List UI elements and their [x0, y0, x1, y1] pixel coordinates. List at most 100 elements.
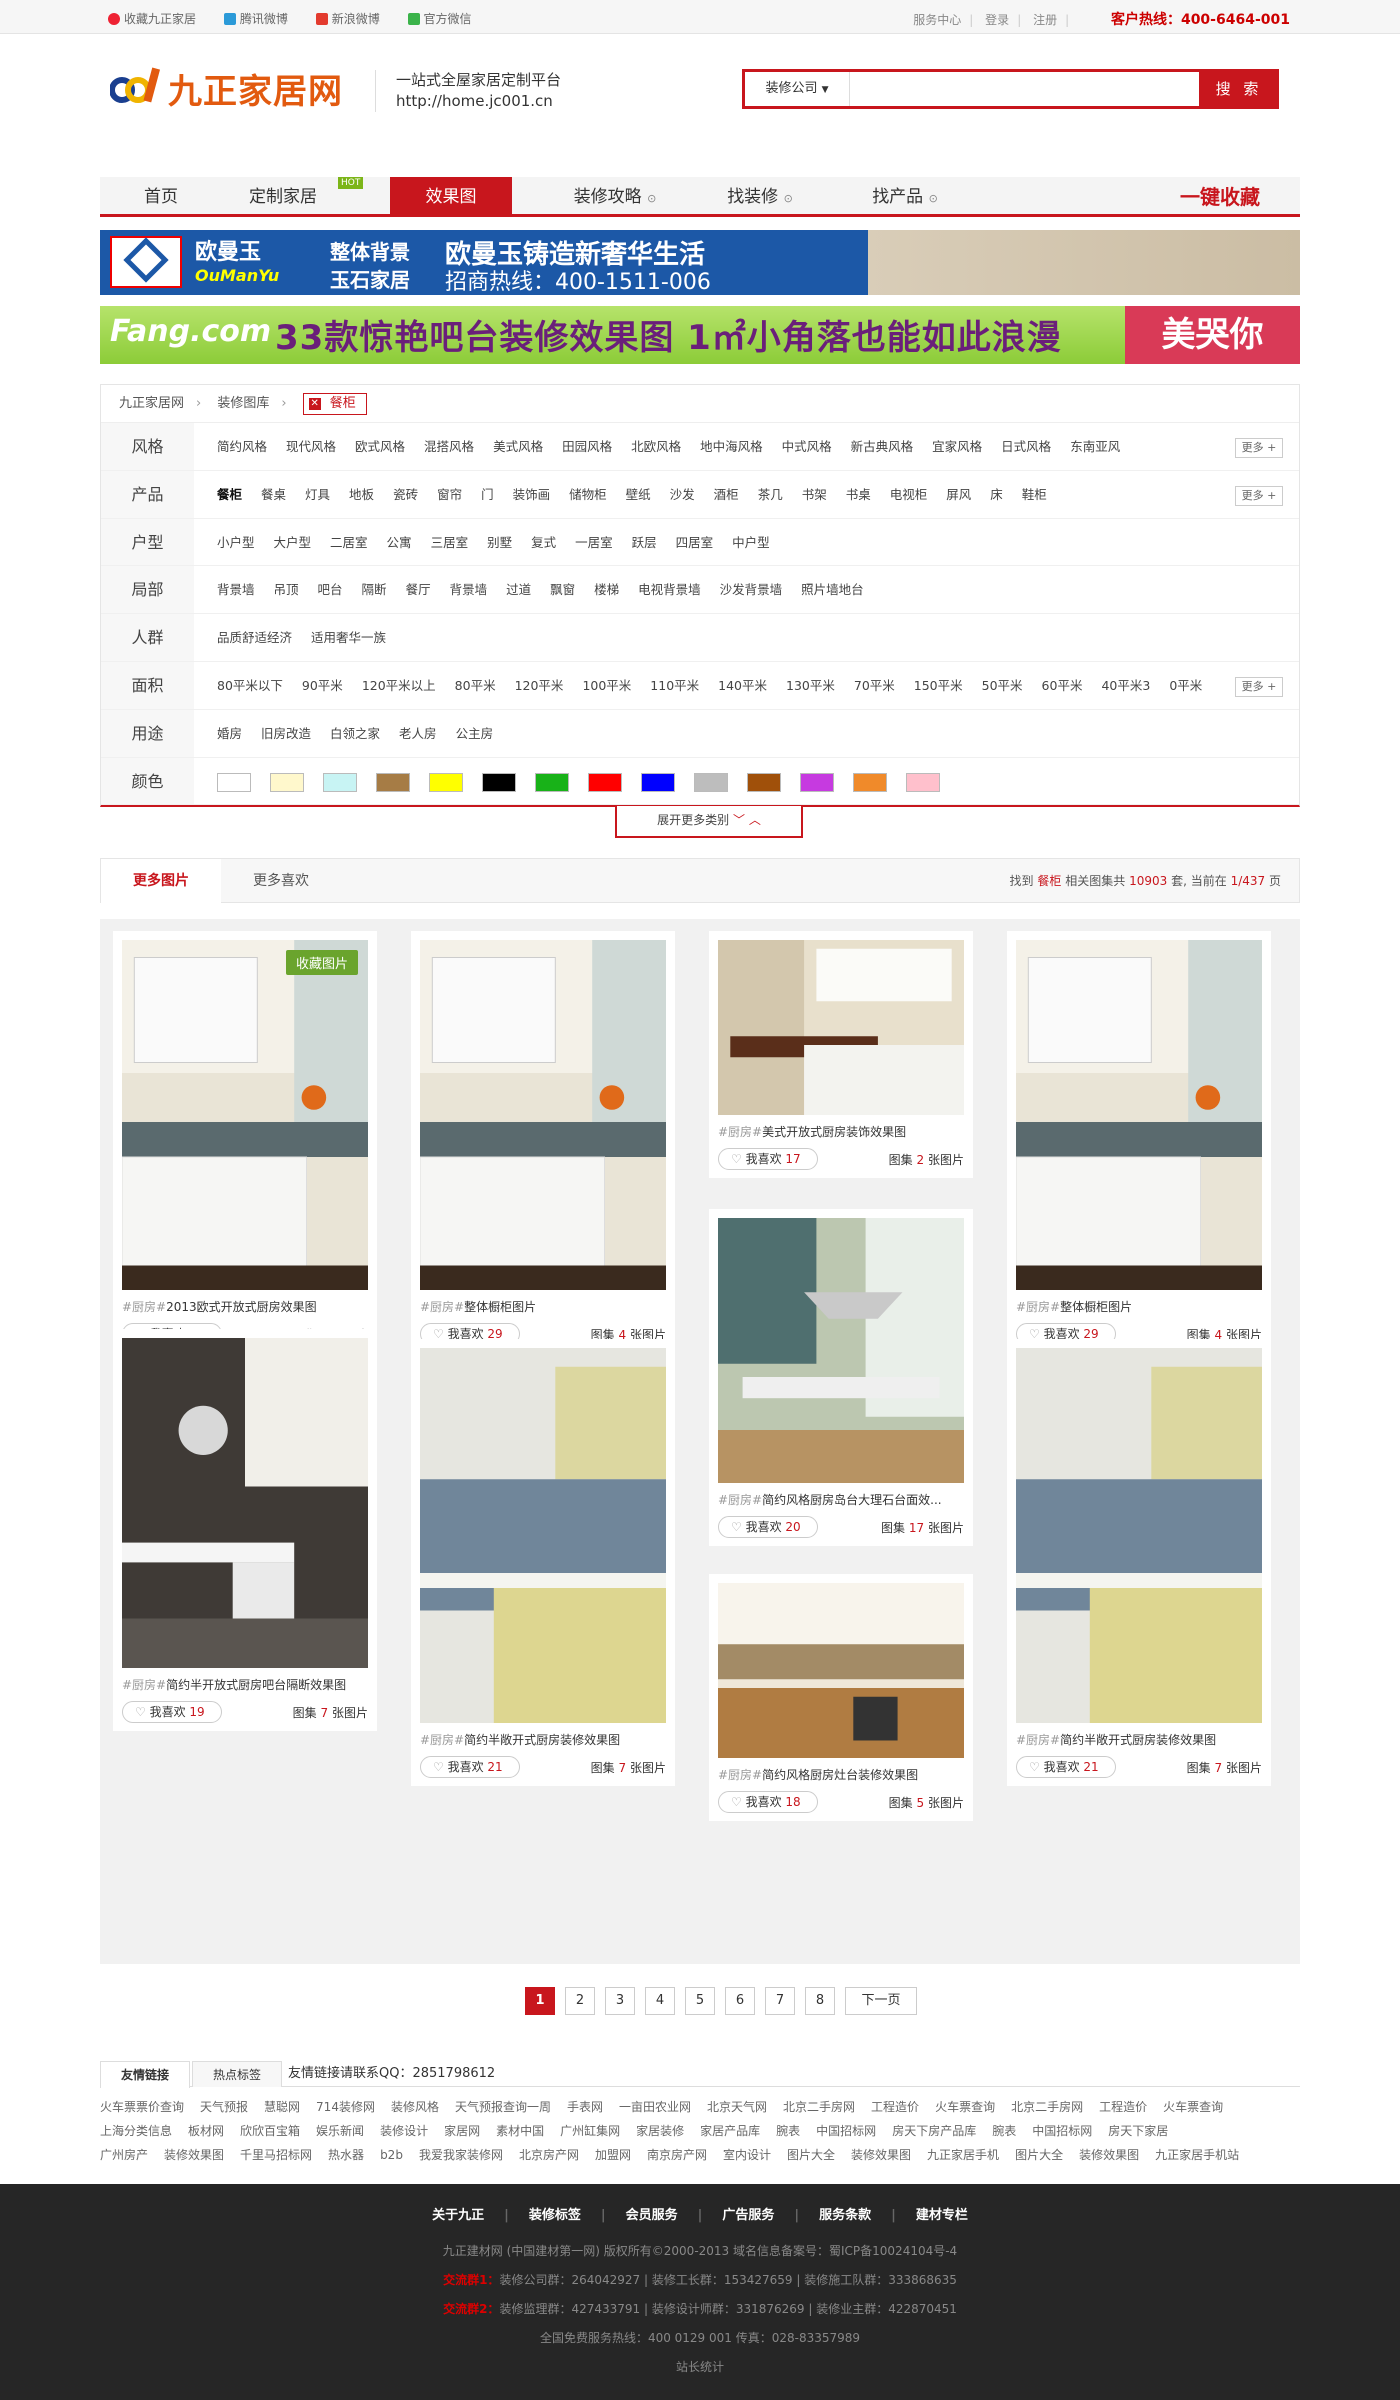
color-swatch[interactable] [535, 772, 569, 792]
card-tag[interactable]: #厨房# [122, 1300, 166, 1314]
filter-option[interactable]: 中式风格 [782, 439, 832, 454]
filter-option[interactable]: 大户型 [274, 535, 312, 550]
filter-option[interactable]: 110平米 [650, 678, 699, 693]
image-card[interactable]: #厨房#简约半开放式厨房吧台隔断效果图 ♡ 我喜欢 19 图集 7 张图片 [113, 1329, 377, 1731]
filter-option[interactable]: 茶几 [758, 487, 783, 502]
filter-option[interactable]: 鞋柜 [1022, 487, 1047, 502]
friend-link[interactable]: 图片大全 [787, 2148, 835, 2162]
friend-link[interactable]: 一亩田农业网 [619, 2100, 691, 2114]
footer-nav-link[interactable]: 服务条款 [819, 2208, 871, 2223]
friend-link[interactable]: 火车票票价查询 [100, 2100, 184, 2114]
card-image[interactable]: 收藏图片 [122, 940, 368, 1290]
topbar-link-collect[interactable]: 收藏九正家居 [108, 12, 196, 26]
image-card[interactable]: #厨房#整体橱柜图片 ♡ 我喜欢 29 图集 4 张图片 [411, 931, 675, 1353]
filter-option[interactable]: 餐柜 [217, 487, 242, 502]
one-click-collect-button[interactable]: 一键收藏 [1180, 177, 1260, 217]
filter-option[interactable]: 欧式风格 [355, 439, 405, 454]
nav-item-custom-home[interactable]: 定制家居 [222, 177, 344, 217]
friend-link[interactable]: 家居网 [444, 2124, 480, 2138]
search-input[interactable] [855, 76, 1185, 102]
close-icon[interactable]: ✕ [308, 398, 321, 410]
logo-icon[interactable] [109, 64, 164, 108]
friend-link[interactable]: 九正家居手机站 [1155, 2148, 1239, 2162]
filter-option[interactable]: 0平米 [1169, 678, 1202, 693]
friend-link[interactable]: 北京房产网 [519, 2148, 579, 2162]
friend-link[interactable]: 娱乐新闻 [316, 2124, 364, 2138]
color-swatch[interactable] [482, 772, 516, 792]
color-swatch[interactable] [853, 772, 887, 792]
filter-option[interactable]: 地板 [349, 487, 374, 502]
image-card[interactable]: #厨房#简约半敞开式厨房装修效果图 ♡ 我喜欢 21 图集 7 张图片 [1007, 1339, 1271, 1786]
card-tag[interactable]: #厨房# [420, 1733, 464, 1747]
color-swatch[interactable] [270, 772, 304, 792]
nav-item-find-decoration[interactable]: 找装修 ⊙ [695, 177, 825, 217]
filter-option[interactable]: 吊顶 [274, 582, 299, 597]
like-button[interactable]: ♡ 我喜欢 19 [122, 1701, 222, 1723]
filter-option[interactable]: 120平米以上 [362, 678, 436, 693]
filter-option[interactable]: 吧台 [318, 582, 343, 597]
friend-link[interactable]: 板材网 [188, 2124, 224, 2138]
friend-link[interactable]: 我爱我家装修网 [419, 2148, 503, 2162]
friend-link[interactable]: 南京房产网 [647, 2148, 707, 2162]
filter-option[interactable]: 田园风格 [562, 439, 612, 454]
filter-option[interactable]: 隔断 [362, 582, 387, 597]
card-tag[interactable]: #厨房# [1016, 1733, 1060, 1747]
filter-option[interactable]: 150平米 [914, 678, 963, 693]
page-link[interactable]: 8 [805, 1987, 835, 2015]
filter-option[interactable]: 二居室 [330, 535, 368, 550]
color-swatch[interactable] [588, 772, 622, 792]
save-image-button[interactable]: 收藏图片 [285, 950, 358, 975]
filter-option[interactable]: 新古典风格 [851, 439, 914, 454]
friend-link[interactable]: 手表网 [567, 2100, 603, 2114]
ad-banner-fang[interactable]: Fang.com 33款惊艳吧台装修效果图 1㎡小角落也能如此浪漫 美哭你 [100, 306, 1300, 364]
friend-link[interactable]: b2b [380, 2148, 403, 2162]
filter-option[interactable]: 日式风格 [1001, 439, 1051, 454]
page-link[interactable]: 7 [765, 1987, 795, 2015]
friend-link[interactable]: 北京天气网 [707, 2100, 767, 2114]
filter-option[interactable]: 门 [481, 487, 494, 502]
friend-link[interactable]: 千里马招标网 [240, 2148, 312, 2162]
tab-more-likes[interactable]: 更多喜欢 [221, 859, 341, 903]
filter-option[interactable]: 140平米 [718, 678, 767, 693]
friend-link[interactable]: 上海分类信息 [100, 2124, 172, 2138]
color-swatch[interactable] [747, 772, 781, 792]
filter-option[interactable]: 装饰画 [513, 487, 551, 502]
friend-link[interactable]: 慧聪网 [264, 2100, 300, 2114]
card-image[interactable] [718, 940, 964, 1115]
tab-friend-links[interactable]: 友情链接 [100, 2061, 190, 2088]
filter-option[interactable]: 适用奢华一族 [311, 630, 386, 645]
filter-option[interactable]: 餐桌 [261, 487, 286, 502]
filter-option[interactable]: 一居室 [575, 535, 613, 550]
friend-link[interactable]: 装修设计 [380, 2124, 428, 2138]
tab-more-images[interactable]: 更多图片 [101, 859, 221, 903]
more-button[interactable]: 更多 + [1235, 485, 1283, 506]
filter-option[interactable]: 沙发 [670, 487, 695, 502]
friend-link[interactable]: 房天下家居 [1108, 2124, 1168, 2138]
friend-link[interactable]: 腕表 [776, 2124, 800, 2138]
filter-option[interactable]: 床 [990, 487, 1003, 502]
color-swatch[interactable] [694, 772, 728, 792]
filter-option[interactable]: 老人房 [399, 726, 437, 741]
card-tag[interactable]: #厨房# [420, 1300, 464, 1314]
friend-link[interactable]: 图片大全 [1015, 2148, 1063, 2162]
topbar-link-wechat[interactable]: 官方微信 [407, 12, 472, 26]
card-title[interactable]: 简约风格厨房岛台大理石台面效... [762, 1493, 941, 1507]
more-button[interactable]: 更多 + [1235, 676, 1283, 697]
filter-option[interactable]: 白领之家 [330, 726, 380, 741]
breadcrumb-home[interactable]: 九正家居网 [119, 396, 184, 411]
card-title[interactable]: 简约半敞开式厨房装修效果图 [464, 1733, 620, 1747]
image-card[interactable]: 收藏图片#厨房#2013欧式开放式厨房效果图♡ 我喜欢 53图集 5 张图片 [113, 931, 377, 1353]
filter-option[interactable]: 屏风 [946, 487, 971, 502]
filter-option[interactable]: 书架 [802, 487, 827, 502]
card-image[interactable] [718, 1218, 964, 1483]
color-swatch[interactable] [376, 772, 410, 792]
card-tag[interactable]: #厨房# [718, 1493, 762, 1507]
friend-link[interactable]: 腕表 [992, 2124, 1016, 2138]
next-page-button[interactable]: 下一页 [845, 1987, 917, 2015]
filter-option[interactable]: 背景墙 [217, 582, 255, 597]
filter-option[interactable]: 复式 [531, 535, 556, 550]
nav-item-effects[interactable]: 效果图 [390, 177, 512, 217]
color-swatch[interactable] [800, 772, 834, 792]
filter-option[interactable]: 瓷砖 [393, 487, 418, 502]
filter-option[interactable]: 楼梯 [594, 582, 619, 597]
